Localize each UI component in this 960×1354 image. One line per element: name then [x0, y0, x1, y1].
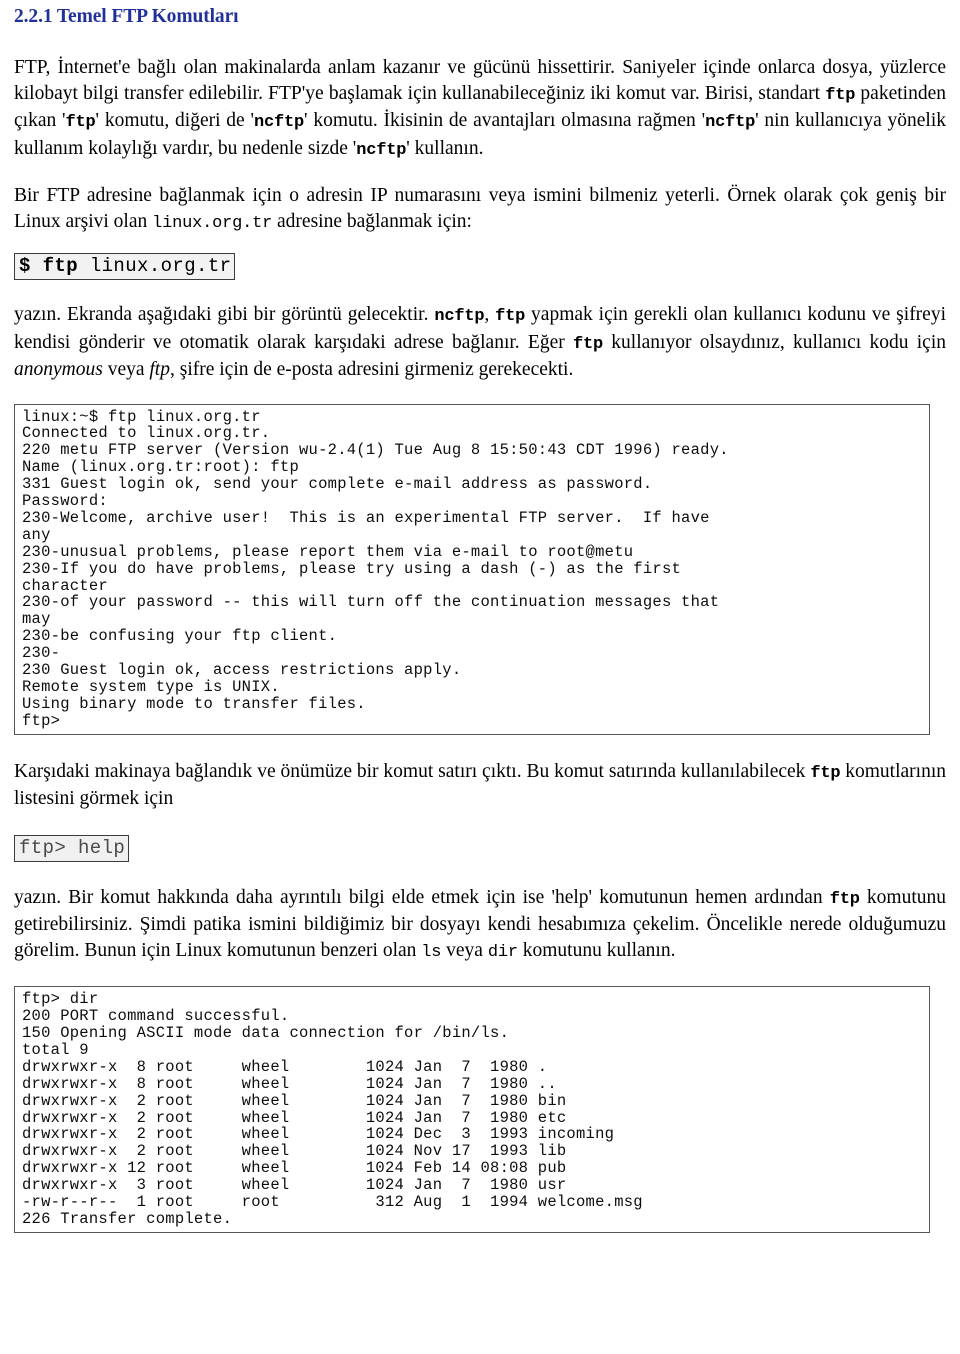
paragraph-intro-text-4: ' komutu. İkisinin de avantajları olması…	[304, 110, 706, 131]
terminal-session-dir: ftp> dir 200 PORT command successful. 150 …	[14, 986, 930, 1233]
paragraph-intro-text-1: FTP, İnternet'e bağlı olan makinalarda a…	[14, 57, 946, 104]
terminal-line: 200 PORT command successful.	[22, 1007, 290, 1026]
terminal-line: 230-Welcome, archive user! This is an ex…	[22, 508, 710, 527]
command-box-ftp-connect-wrapper: $ ftp linux.org.tr	[14, 253, 946, 280]
command-box-ftp-help[interactable]: ftp> help	[14, 834, 130, 862]
terminal-line: -rw-r--r-- 1 root root 312 Aug 1 1994 we…	[22, 1193, 643, 1212]
terminal-line: drwxrwxr-x 8 root wheel 1024 Jan 7 1980 …	[22, 1074, 557, 1093]
paragraph-screen: yazın. Ekranda aşağıdaki gibi bir görünt…	[14, 302, 946, 383]
terminal-line: 220 metu FTP server (Version wu-2.4(1) T…	[22, 441, 729, 460]
terminal-line: 230-	[22, 644, 61, 663]
document-content: 2.2.1 Temel FTP Komutları FTP, İnternet'…	[14, 0, 946, 1233]
command-box-ftp-connect[interactable]: $ ftp linux.org.tr	[14, 253, 236, 280]
terminal-line: drwxrwxr-x 2 root wheel 1024 Jan 7 1980 …	[22, 1091, 567, 1110]
emphasis-anonymous: anonymous	[14, 359, 103, 380]
terminal-line: 150 Opening ASCII mode data connection f…	[22, 1024, 510, 1043]
paragraph-intro: FTP, İnternet'e bağlı olan makinalarda a…	[14, 55, 946, 163]
paragraph-connect: Bir FTP adresine bağlanmak için o adresi…	[14, 183, 946, 236]
terminal-line: 226 Transfer complete.	[22, 1210, 233, 1228]
terminal-line: Using binary mode to transfer files.	[22, 694, 366, 713]
inline-code-ftp-2: ftp	[65, 113, 96, 132]
paragraph-screen-text-6: , şifre için de e-posta adresini girmeni…	[169, 359, 574, 380]
terminal-line: drwxrwxr-x 3 root wheel 1024 Jan 7 1980 …	[22, 1176, 567, 1195]
paragraph-help-text-4: komutunu kullanın.	[517, 939, 676, 961]
terminal-line: 230-unusual problems, please report them…	[22, 542, 634, 561]
inline-code-ncftp-3: ncftp	[356, 140, 407, 160]
terminal-line: ftp>	[22, 711, 61, 730]
terminal-line: 230-of your password -- this will turn o…	[22, 593, 720, 612]
terminal-line: 230 Guest login ok, access restrictions …	[22, 661, 462, 680]
paragraph-screen-text-1: yazın. Ekranda aşağıdaki gibi bir görünt…	[14, 304, 435, 325]
command-box-prompt: $ ftp	[19, 255, 79, 277]
terminal-line: linux:~$ ftp linux.org.tr	[22, 407, 261, 426]
paragraph-intro-text-6: ' kullanın.	[406, 137, 484, 159]
inline-code-dir: dir	[487, 942, 518, 962]
inline-code-ftp-5: ftp	[810, 763, 841, 783]
inline-code-ncftp-2: ncftp	[705, 113, 756, 132]
document-page: 2.2.1 Temel FTP Komutları FTP, İnternet'…	[0, 0, 960, 1354]
paragraph-help-text-3: veya	[441, 939, 488, 961]
paragraph-help: yazın. Bir komut hakkında daha ayrıntılı…	[14, 885, 946, 966]
inline-code-ftp-3: ftp	[495, 307, 526, 326]
terminal-line: any	[22, 525, 51, 544]
inline-code-ncftp-4: ncftp	[434, 307, 485, 326]
command-box-argument: linux.org.tr	[78, 255, 232, 277]
terminal-line: drwxrwxr-x 8 root wheel 1024 Jan 7 1980 …	[22, 1057, 548, 1076]
terminal-line: drwxrwxr-x 2 root wheel 1024 Dec 3 1993 …	[22, 1125, 615, 1144]
inline-code-host: linux.org.tr	[152, 213, 273, 233]
terminal-line: 230-If you do have problems, please try …	[22, 559, 682, 578]
paragraph-prompt: Karşıdaki makinaya bağlandık ve önümüze …	[14, 759, 946, 812]
terminal-line: drwxrwxr-x 2 root wheel 1024 Jan 7 1980 …	[22, 1108, 567, 1127]
terminal-session-login: linux:~$ ftp linux.org.tr Connected to li…	[14, 403, 930, 735]
paragraph-screen-text-2: ,	[484, 304, 496, 325]
paragraph-intro-text-3: ' komutu, diğeri de '	[95, 110, 255, 131]
terminal-line: drwxrwxr-x 2 root wheel 1024 Nov 17 1993…	[22, 1142, 567, 1161]
section-heading: 2.2.1 Temel FTP Komutları	[14, 6, 239, 27]
inline-code-ftp-4: ftp	[573, 334, 604, 354]
inline-code-ncftp-1: ncftp	[254, 113, 305, 132]
terminal-line: Connected to linux.org.tr.	[22, 424, 271, 443]
inline-code-ftp-6: ftp	[829, 889, 860, 909]
terminal-line: may	[22, 610, 51, 629]
emphasis-ftp: ftp	[149, 359, 170, 380]
terminal-line: 230-be confusing your ftp client.	[22, 627, 338, 646]
paragraph-connect-text-2: adresine bağlanmak için:	[272, 210, 472, 232]
paragraph-prompt-text-1: Karşıdaki makinaya bağlandık ve önümüze …	[14, 760, 811, 782]
terminal-line: ftp> dir	[22, 990, 99, 1009]
terminal-line: 331 Guest login ok, send your complete e…	[22, 475, 653, 494]
paragraph-screen-text-5: veya	[102, 359, 150, 380]
terminal-line: Password:	[22, 492, 108, 511]
terminal-line: drwxrwxr-x 12 root wheel 1024 Feb 14 08:…	[22, 1159, 567, 1178]
terminal-line: Remote system type is UNIX.	[22, 678, 280, 696]
terminal-line: Name (linux.org.tr:root): ftp	[22, 458, 299, 477]
terminal-line: character	[22, 576, 108, 595]
inline-code-ftp-1: ftp	[825, 85, 856, 105]
paragraph-help-text-1: yazın. Bir komut hakkında daha ayrıntılı…	[14, 886, 830, 908]
paragraph-screen-text-4: kullanıyor olsaydınız, kullanıcı kodu iç…	[603, 331, 946, 353]
command-box-help-wrapper: ftp> help	[14, 834, 946, 862]
terminal-line: total 9	[22, 1040, 89, 1059]
inline-code-ls: ls	[421, 942, 442, 962]
